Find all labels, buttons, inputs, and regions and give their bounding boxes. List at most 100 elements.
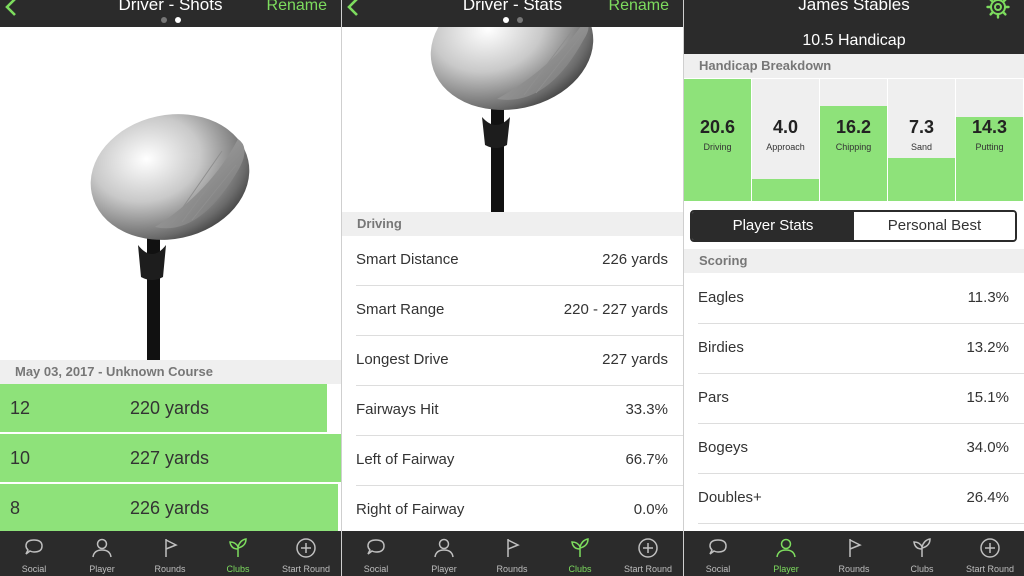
stat-row[interactable]: Left of Fairway 66.7% <box>342 436 683 486</box>
player-panel: James Stables 10.5 Handicap Handicap Bre… <box>684 0 1024 576</box>
player-stats-tab[interactable]: Player Stats <box>692 212 854 240</box>
scoring-value: 26.4% <box>966 489 1009 506</box>
tab-social[interactable]: Social <box>0 531 68 576</box>
tab-label: Start Round <box>623 564 673 574</box>
tab-social[interactable]: Social <box>342 531 410 576</box>
club-image <box>342 0 683 212</box>
handicap-cell-putting[interactable]: 14.3 Putting <box>956 79 1023 201</box>
tab-bar: Social Player Rounds Clubs Start Round <box>0 531 341 576</box>
handicap-value: 14.3 <box>971 117 1008 137</box>
personal-best-tab[interactable]: Personal Best <box>854 212 1015 240</box>
stat-value: 0.0% <box>633 501 668 518</box>
tab-label: Rounds <box>154 564 186 574</box>
scoring-value: 34.0% <box>966 439 1009 456</box>
handicap-value: 7.3 <box>908 117 935 137</box>
page-dot-1[interactable] <box>160 17 167 23</box>
handicap-fill <box>888 158 955 201</box>
tab-bar: Social Player Rounds Clubs Start Round <box>684 531 1024 576</box>
handicap-bar: 10.5 Handicap <box>684 27 1024 54</box>
stat-row[interactable]: Right of Fairway 0.0% <box>342 486 683 536</box>
handicap-value: 20.6 <box>699 117 736 137</box>
stat-value: 220 - 227 yards <box>563 301 668 318</box>
tab-player[interactable]: Player <box>752 531 820 576</box>
round-header: May 03, 2017 - Unknown Course <box>0 360 341 384</box>
scoring-label: Pars <box>698 389 729 406</box>
stat-value: 66.7% <box>625 451 668 468</box>
scoring-label: Doubles+ <box>698 489 762 506</box>
tab-rounds[interactable]: Rounds <box>136 531 204 576</box>
club-image <box>0 27 341 360</box>
row-separator <box>698 523 1024 524</box>
tab-clubs[interactable]: Clubs <box>204 531 272 576</box>
stat-label: Smart Range <box>356 301 445 318</box>
handicap-cell-driving[interactable]: 20.6 Driving <box>684 79 751 201</box>
tab-start-round[interactable]: Start Round <box>956 531 1024 576</box>
handicap-label: Driving <box>703 142 732 152</box>
stat-row[interactable]: Fairways Hit 33.3% <box>342 386 683 436</box>
shots-panel: Driver - Shots Rename May 03, 2017 - Unk… <box>0 0 341 576</box>
tab-social[interactable]: Social <box>684 531 752 576</box>
tab-label: Social <box>363 564 389 574</box>
tab-player[interactable]: Player <box>410 531 478 576</box>
tab-player[interactable]: Player <box>68 531 136 576</box>
handicap-fill <box>752 179 819 201</box>
stat-value: 226 yards <box>602 251 668 268</box>
scoring-row[interactable]: Bogeys 34.0% <box>684 424 1024 474</box>
handicap-fill <box>684 79 751 201</box>
handicap-value: 4.0 <box>772 117 799 137</box>
handicap-value: 16.2 <box>835 117 872 137</box>
stats-segmented-control: Player Stats Personal Best <box>690 210 1017 242</box>
stat-label: Right of Fairway <box>356 501 465 518</box>
scoring-label: Bogeys <box>698 439 749 456</box>
shot-number: 10 <box>10 448 31 468</box>
page-dot-1[interactable] <box>502 17 509 23</box>
tab-start-round[interactable]: Start Round <box>614 531 682 576</box>
page-dot-2[interactable] <box>174 17 181 23</box>
stat-label: Longest Drive <box>356 351 449 368</box>
tab-label: Start Round <box>281 564 331 574</box>
page-indicator <box>342 16 683 23</box>
handicap-label: Putting <box>975 142 1004 152</box>
shot-row[interactable]: 12 220 yards <box>0 384 328 432</box>
stat-row[interactable]: Smart Range 220 - 227 yards <box>342 286 683 336</box>
scoring-row[interactable]: Birdies 13.2% <box>684 324 1024 374</box>
tab-clubs[interactable]: Clubs <box>546 531 614 576</box>
scoring-label: Eagles <box>698 289 744 306</box>
handicap-cell-approach[interactable]: 4.0 Approach <box>752 79 819 201</box>
gear-icon[interactable] <box>986 0 1010 24</box>
scoring-header: Scoring <box>684 249 1024 273</box>
handicap-cell-sand[interactable]: 7.3 Sand <box>888 79 955 201</box>
tab-label: Player <box>773 564 799 574</box>
tab-label: Social <box>21 564 47 574</box>
stat-label: Smart Distance <box>356 251 459 268</box>
tab-label: Start Round <box>965 564 1015 574</box>
shot-row[interactable]: 8 226 yards <box>0 484 338 532</box>
scoring-row[interactable]: Eagles 11.3% <box>684 274 1024 324</box>
shot-row[interactable]: 10 227 yards <box>0 434 341 482</box>
tab-rounds[interactable]: Rounds <box>820 531 888 576</box>
rename-button[interactable]: Rename <box>609 0 669 15</box>
scoring-row[interactable]: Doubles+ 26.4% <box>684 474 1024 524</box>
scoring-value: 15.1% <box>966 389 1009 406</box>
handicap-label: Sand <box>910 142 933 152</box>
nav-bar: Driver - Stats Rename <box>342 0 683 27</box>
handicap-cell-chipping[interactable]: 16.2 Chipping <box>820 79 887 201</box>
tab-rounds[interactable]: Rounds <box>478 531 546 576</box>
tab-label: Social <box>705 564 731 574</box>
scoring-row[interactable]: Pars 15.1% <box>684 374 1024 424</box>
stat-value: 33.3% <box>625 401 668 418</box>
tab-label: Clubs <box>910 564 934 574</box>
tab-start-round[interactable]: Start Round <box>272 531 340 576</box>
rename-button[interactable]: Rename <box>267 0 327 15</box>
stat-row[interactable]: Longest Drive 227 yards <box>342 336 683 386</box>
shot-distance: 227 yards <box>130 448 210 468</box>
breakdown-header: Handicap Breakdown <box>684 54 1024 78</box>
tab-label: Player <box>89 564 115 574</box>
shot-number: 8 <box>10 498 21 518</box>
tab-label: Clubs <box>226 564 250 574</box>
tab-clubs[interactable]: Clubs <box>888 531 956 576</box>
stat-label: Fairways Hit <box>356 401 439 418</box>
page-dot-2[interactable] <box>516 17 523 23</box>
stat-row[interactable]: Smart Distance 226 yards <box>342 236 683 286</box>
scoring-value: 11.3% <box>967 289 1009 306</box>
